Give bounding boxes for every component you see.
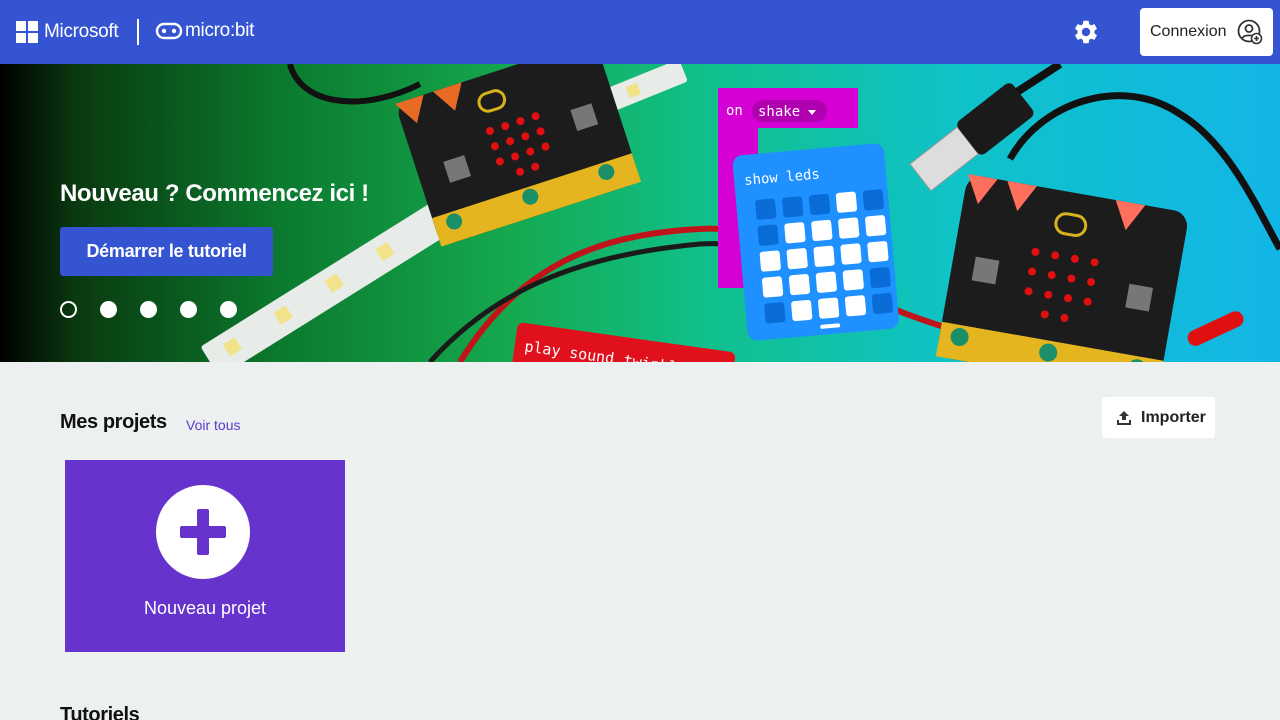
microbit-face-icon [155,22,183,40]
carousel-dot-4[interactable] [180,301,197,318]
user-add-icon [1237,19,1263,45]
import-label: Importer [1141,408,1206,426]
svg-text:on: on [726,103,743,119]
carousel-dot-2[interactable] [100,301,117,318]
windows-logo-icon [16,21,38,43]
my-projects-heading: Mes projets [60,411,167,433]
new-project-label: Nouveau projet [143,598,267,618]
brand-name: Microsoft [44,21,119,42]
hero-banner: on shake show leds play sound Nouveau ? … [0,64,1280,362]
svg-text:shake: shake [758,104,800,120]
import-button[interactable]: Importer [1102,397,1215,438]
plus-icon [156,485,250,579]
carousel-dot-3[interactable] [140,301,157,318]
logo-divider [137,19,139,45]
gear-icon[interactable] [1072,18,1100,46]
login-button[interactable]: Connexion [1140,8,1273,56]
login-label: Connexion [1150,23,1227,40]
carousel-dot-1[interactable] [60,301,77,318]
product-name: micro:bit [185,20,255,41]
new-project-card[interactable]: Nouveau projet [65,460,345,652]
carousel-dot-5[interactable] [220,301,237,318]
see-all-link[interactable]: Voir tous [186,417,240,433]
tutorials-heading: Tutoriels [60,704,140,720]
hero-title: Nouveau ? Commencez ici ! [60,180,369,207]
microsoft-logo[interactable]: Microsoft [16,21,119,43]
upload-icon [1117,410,1131,425]
start-tutorial-button[interactable]: Démarrer le tutoriel [60,227,273,276]
top-bar: Microsoft micro:bit Connexion [0,0,1280,64]
microbit-logo[interactable]: micro:bit [155,20,254,42]
carousel-dots [60,301,260,318]
